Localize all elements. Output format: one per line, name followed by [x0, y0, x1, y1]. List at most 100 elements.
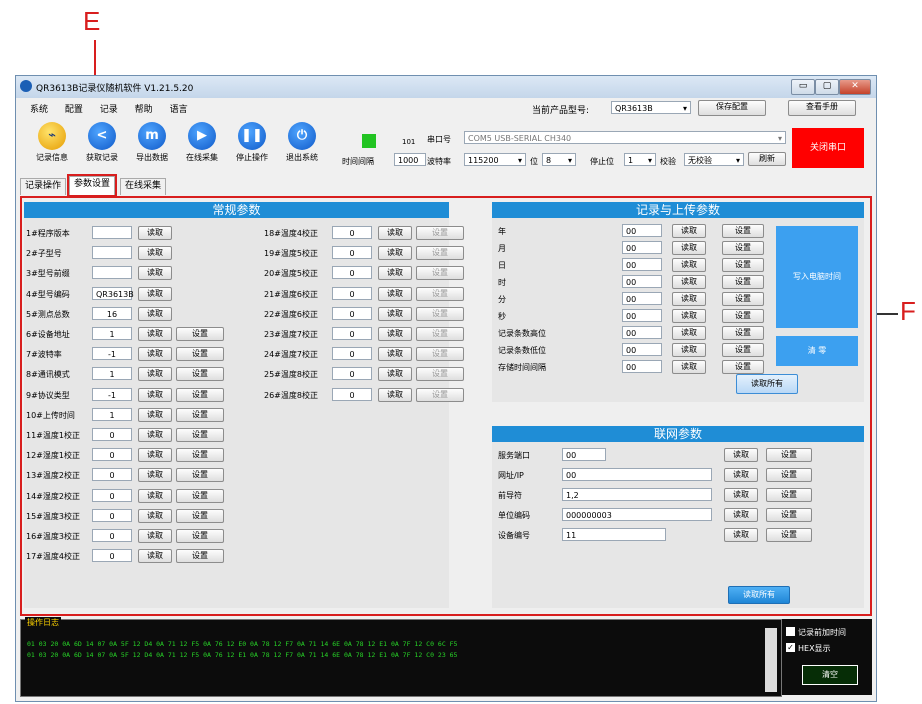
param-read-button[interactable]: 读取 [378, 286, 412, 301]
param-value-input[interactable]: 0 [92, 508, 132, 522]
param-value-input[interactable]: 1 [92, 327, 132, 340]
param-value-input[interactable]: QR3613B [92, 286, 134, 300]
param-read-button[interactable]: 读取 [138, 488, 172, 503]
menu-language[interactable]: 语言 [170, 105, 188, 115]
product-select[interactable]: QR3613B ▾ [611, 101, 691, 114]
network-set-button[interactable]: 设置 [766, 508, 812, 522]
param-set-button[interactable]: 设置 [416, 347, 464, 362]
save-config-button[interactable]: 保存配置 [698, 100, 766, 116]
record-read-button[interactable]: 读取 [672, 241, 706, 255]
param-value-input[interactable]: 0 [332, 226, 372, 239]
record-param-input[interactable]: 00 [622, 241, 662, 254]
record-param-input[interactable]: 00 [622, 326, 662, 339]
record-set-button[interactable]: 设置 [722, 326, 764, 340]
param-value-input[interactable]: 0 [332, 367, 372, 381]
param-read-button[interactable]: 读取 [138, 246, 172, 261]
tab-online-collect[interactable]: 在线采集 [120, 178, 167, 195]
param-read-button[interactable]: 读取 [378, 266, 412, 281]
record-read-button[interactable]: 读取 [672, 343, 706, 357]
param-set-button[interactable]: 设置 [176, 488, 224, 503]
view-manual-button[interactable]: 查看手册 [788, 100, 856, 116]
param-read-button[interactable]: 读取 [138, 529, 172, 543]
record-set-button[interactable]: 设置 [722, 258, 764, 272]
network-read-button[interactable]: 读取 [724, 488, 758, 502]
minimize-button[interactable]: ▭ [791, 79, 815, 95]
record-param-input[interactable]: 00 [622, 258, 662, 271]
network-param-input[interactable]: 11 [562, 528, 666, 541]
write-pc-time-button[interactable]: 写入电脑时间 [776, 226, 858, 328]
clear-zero-button[interactable]: 清 零 [776, 336, 858, 366]
network-read-button[interactable]: 读取 [724, 528, 758, 542]
record-param-input[interactable]: 00 [622, 360, 662, 373]
network-read-button[interactable]: 读取 [724, 508, 758, 522]
record-read-button[interactable]: 读取 [672, 326, 706, 340]
param-read-button[interactable]: 读取 [138, 226, 172, 240]
param-set-button[interactable]: 设置 [416, 266, 464, 281]
record-info-button[interactable]: ⌁ 记录信息 [30, 122, 74, 163]
param-read-button[interactable]: 读取 [138, 549, 172, 564]
param-set-button[interactable]: 设置 [176, 448, 224, 463]
param-read-button[interactable]: 读取 [378, 327, 412, 341]
network-read-all-button[interactable]: 读取所有 [728, 586, 790, 604]
record-param-input[interactable]: 00 [622, 343, 662, 356]
param-value-input[interactable]: 0 [92, 448, 132, 462]
param-value-input[interactable]: 0 [332, 286, 372, 300]
param-read-button[interactable]: 读取 [138, 468, 172, 483]
param-read-button[interactable]: 读取 [138, 286, 172, 301]
record-read-button[interactable]: 读取 [672, 292, 706, 306]
param-set-button[interactable]: 设置 [176, 549, 224, 564]
refresh-button[interactable]: 刷新 [748, 152, 786, 166]
maximize-button[interactable]: ▢ [815, 79, 839, 95]
add-time-checkbox[interactable] [786, 627, 795, 636]
param-value-input[interactable]: 1 [92, 407, 132, 421]
param-read-button[interactable]: 读取 [138, 448, 172, 463]
network-set-button[interactable]: 设置 [766, 488, 812, 502]
network-read-button[interactable]: 读取 [724, 448, 758, 462]
record-param-input[interactable]: 00 [622, 292, 662, 305]
port-select[interactable]: COM5 USB-SERIAL CH340 ▾ [464, 131, 786, 144]
record-set-button[interactable]: 设置 [722, 224, 764, 238]
param-value-input[interactable]: 0 [92, 529, 132, 542]
param-set-button[interactable]: 设置 [176, 508, 224, 523]
network-param-input[interactable]: 00 [562, 468, 712, 481]
hex-display-checkbox[interactable]: ✓ [786, 643, 795, 652]
param-set-button[interactable]: 设置 [416, 306, 464, 321]
param-value-input[interactable]: 16 [92, 306, 132, 320]
param-read-button[interactable]: 读取 [378, 387, 412, 402]
menu-help[interactable]: 帮助 [135, 105, 153, 115]
record-set-button[interactable]: 设置 [722, 343, 764, 357]
export-data-button[interactable]: m 导出数据 [130, 122, 174, 163]
record-read-all-button[interactable]: 读取所有 [736, 374, 798, 394]
network-set-button[interactable]: 设置 [766, 448, 812, 462]
close-window-button[interactable]: ✕ [839, 79, 871, 95]
record-read-button[interactable]: 读取 [672, 309, 706, 323]
record-set-button[interactable]: 设置 [722, 292, 764, 306]
tab-record-operation[interactable]: 记录操作 [20, 178, 67, 195]
param-value-input[interactable] [92, 226, 132, 239]
param-set-button[interactable]: 设置 [176, 367, 224, 382]
record-set-button[interactable]: 设置 [722, 241, 764, 255]
record-read-button[interactable]: 读取 [672, 258, 706, 272]
param-set-button[interactable]: 设置 [176, 407, 224, 422]
param-value-input[interactable]: 0 [92, 468, 132, 482]
stop-operation-button[interactable]: ❚❚ 停止操作 [230, 122, 274, 163]
param-set-button[interactable]: 设置 [176, 529, 224, 543]
param-value-input[interactable]: 0 [92, 428, 132, 441]
param-set-button[interactable]: 设置 [416, 327, 464, 341]
param-value-input[interactable]: 0 [332, 246, 372, 260]
param-value-input[interactable] [92, 266, 132, 280]
param-set-button[interactable]: 设置 [176, 327, 224, 341]
stop-select[interactable]: 1 ▾ [624, 153, 656, 166]
param-read-button[interactable]: 读取 [138, 407, 172, 422]
record-set-button[interactable]: 设置 [722, 360, 764, 374]
param-value-input[interactable]: 0 [332, 387, 372, 401]
network-param-input[interactable]: 1,2 [562, 488, 712, 501]
network-read-button[interactable]: 读取 [724, 468, 758, 482]
log-scrollbar[interactable] [765, 628, 777, 692]
network-set-button[interactable]: 设置 [766, 528, 812, 542]
param-value-input[interactable]: -1 [92, 347, 132, 361]
param-read-button[interactable]: 读取 [138, 367, 172, 382]
param-value-input[interactable]: 0 [332, 327, 372, 340]
param-set-button[interactable]: 设置 [176, 468, 224, 483]
menu-config[interactable]: 配置 [65, 105, 83, 115]
